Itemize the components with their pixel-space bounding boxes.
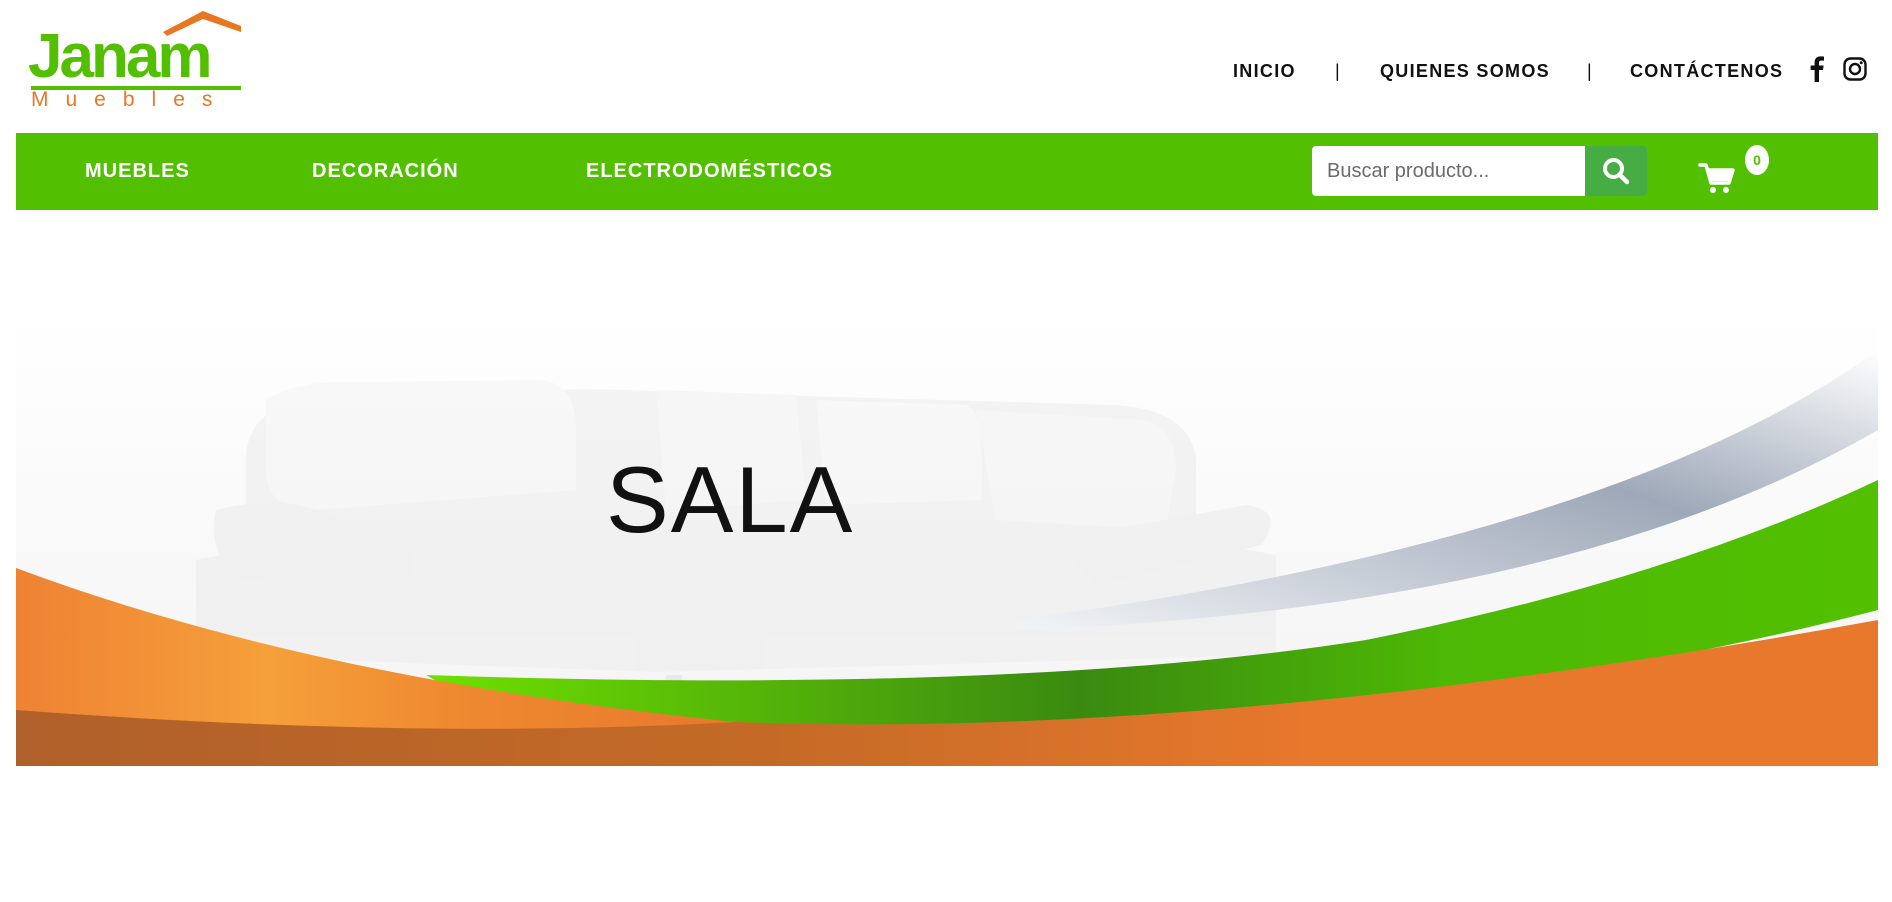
cart-icon <box>1698 163 1735 193</box>
nav-separator: | <box>1587 60 1592 81</box>
category-bar: MUEBLES DECORACIÓN ELECTRODOMÉSTICOS 0 <box>16 133 1878 210</box>
logo[interactable]: Janam Muebles <box>28 8 243 113</box>
search-input[interactable] <box>1312 146 1585 196</box>
nav-quienes-somos[interactable]: QUIENES SOMOS <box>1380 58 1550 84</box>
cart-button[interactable]: 0 <box>1698 145 1769 199</box>
logo-wordmark: Janam <box>28 22 212 91</box>
instagram-icon[interactable] <box>1843 55 1867 83</box>
logo-tagline: Muebles <box>31 88 230 111</box>
nav-contactenos[interactable]: CONTÁCTENOS <box>1630 58 1783 84</box>
facebook-icon[interactable] <box>1805 55 1829 83</box>
hero-banner: SALA <box>16 310 1878 766</box>
search-button[interactable] <box>1585 146 1647 196</box>
category-muebles[interactable]: MUEBLES <box>85 160 190 183</box>
hero-background <box>16 310 1878 766</box>
category-electrodomesticos[interactable]: ELECTRODOMÉSTICOS <box>586 160 833 183</box>
category-decoracion[interactable]: DECORACIÓN <box>312 160 459 183</box>
search-icon <box>1603 158 1630 185</box>
hero-title: SALA <box>606 447 855 552</box>
cart-count-badge: 0 <box>1745 145 1769 175</box>
nav-inicio[interactable]: INICIO <box>1233 58 1296 84</box>
nav-separator: | <box>1335 60 1340 81</box>
header: Janam Muebles INICIO | QUIENES SOMOS | C… <box>0 0 1892 133</box>
